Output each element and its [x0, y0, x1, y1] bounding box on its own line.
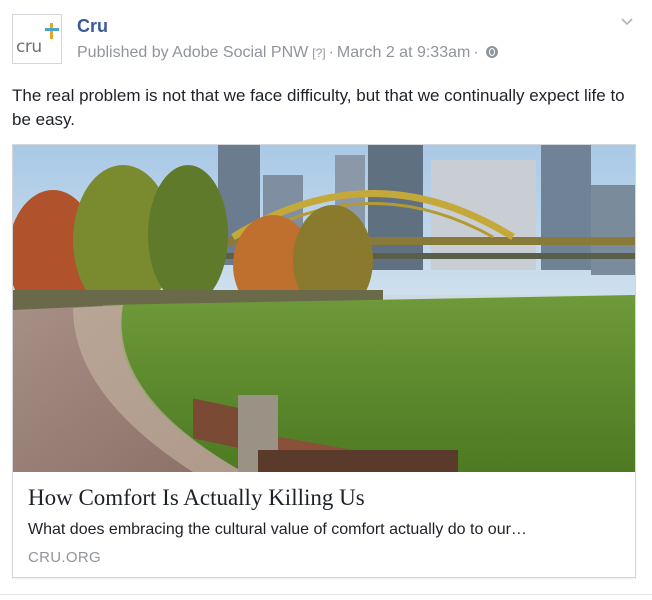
post-meta: Published by Adobe Social PNW [?] · March 2…	[77, 44, 498, 62]
link-title[interactable]: How Comfort Is Actually Killing Us	[28, 485, 365, 511]
cross-logo-icon	[45, 23, 59, 39]
globe-icon[interactable]	[485, 46, 498, 58]
post-body-text: The real problem is not that we face dif…	[12, 86, 625, 129]
page-name-link[interactable]: Cru	[77, 16, 108, 37]
link-preview-card[interactable]: How Comfort Is Actually Killing Us What …	[12, 144, 636, 578]
post-divider	[0, 594, 652, 595]
page-avatar[interactable]: cru	[12, 14, 62, 64]
chevron-down-icon[interactable]	[620, 14, 634, 28]
meta-separator: ·	[328, 44, 334, 61]
published-by-text[interactable]: Published by Adobe Social PNW	[77, 44, 308, 61]
help-badge[interactable]: [?]	[312, 46, 325, 60]
meta-separator: ·	[473, 44, 479, 61]
link-description: What does embracing the cultural value o…	[28, 521, 527, 538]
avatar-logo-text: cru	[16, 37, 42, 57]
facebook-post: cru Cru Published by Adobe Social PNW [?]…	[0, 0, 652, 600]
post-timestamp[interactable]: March 2 at 9:33am	[337, 44, 470, 61]
link-domain: CRU.ORG	[28, 549, 101, 566]
link-preview-image[interactable]	[13, 145, 635, 472]
